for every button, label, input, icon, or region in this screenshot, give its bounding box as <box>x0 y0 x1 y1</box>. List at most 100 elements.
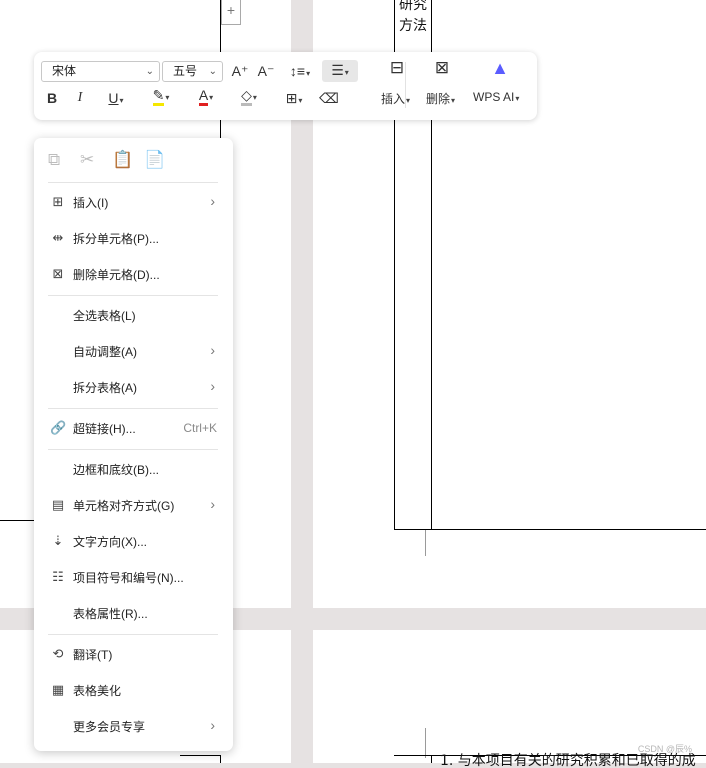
menu-item-table-properties[interactable]: 表格属性(R)... <box>38 598 229 628</box>
cell-align-icon: ▤ <box>51 497 65 512</box>
delete-button[interactable]: ⊠ 删除▾ <box>426 58 458 116</box>
menu-item-translate[interactable]: ⟲ 翻译(T) <box>38 639 229 669</box>
menu-item-bullets-numbering[interactable]: ☷ 项目符号和编号(N)... <box>38 562 229 592</box>
highlight-button[interactable]: ✎▾ <box>144 88 178 106</box>
table-insert-icon: ⊟ <box>389 58 405 77</box>
copy-icon[interactable]: ⧉ <box>48 150 60 170</box>
table-border-right-bottom <box>394 529 706 530</box>
menu-item-label: 边框和底纹(B)... <box>73 463 159 477</box>
chevron-down-icon: ▾ <box>406 96 411 105</box>
chevron-down-icon: ⌄ <box>145 66 154 77</box>
font-size-value: 五号 <box>173 64 198 78</box>
menu-item-split-table[interactable]: 拆分表格(A) › <box>38 372 229 402</box>
italic-button[interactable]: I <box>72 88 88 108</box>
menu-item-label: 表格属性(R)... <box>73 607 148 621</box>
insert-label: 插入 <box>381 92 406 106</box>
borders-icon: ⊞ <box>285 90 298 106</box>
delete-label: 删除 <box>426 92 451 106</box>
menu-item-hyperlink[interactable]: 🔗 超链接(H)... Ctrl+K <box>38 413 229 443</box>
shading-fill-icon: ◇ <box>241 88 252 106</box>
line-spacing-button[interactable]: ↕≡▾ <box>284 61 316 81</box>
font-name-value: 宋体 <box>52 64 77 78</box>
menu-item-label: 文字方向(X)... <box>73 535 147 549</box>
align-justify-icon: ☰ <box>331 62 344 78</box>
grow-font-button[interactable]: A⁺ <box>230 61 250 81</box>
table-cell-text: 研究 <box>399 0 427 13</box>
highlighter-icon: ✎ <box>152 88 165 106</box>
menu-item-label: 全选表格(L) <box>73 309 136 323</box>
line-spacing-icon: ↕≡ <box>289 63 306 79</box>
clear-format-button[interactable]: ⌫ <box>318 88 340 108</box>
table-context-menu: ⧉ ✂ 📋 📄 ⊞ 插入(I) › ⇹ 拆分单元格(P)... ⊠ 删除单元格(… <box>34 138 233 751</box>
chevron-right-icon: › <box>210 342 215 358</box>
italic-icon: I <box>77 90 83 105</box>
insert-button[interactable]: ⊟ 插入▾ <box>381 58 413 116</box>
menu-item-label: 单元格对齐方式(G) <box>73 499 175 513</box>
menu-item-label: 翻译(T) <box>73 648 113 662</box>
chevron-down-icon: ▾ <box>209 93 214 102</box>
font-color-button[interactable]: A▾ <box>189 88 223 106</box>
chevron-right-icon: › <box>210 378 215 394</box>
menu-item-more-member[interactable]: 更多会员专享 › <box>38 711 229 741</box>
menu-item-label: 表格美化 <box>73 684 122 698</box>
menu-item-table-beautify[interactable]: ▦ 表格美化 <box>38 675 229 705</box>
menu-item-insert[interactable]: ⊞ 插入(I) › <box>38 187 229 217</box>
menu-item-text-direction[interactable]: ⇣ 文字方向(X)... <box>38 526 229 556</box>
bold-button[interactable]: B <box>44 88 60 108</box>
chevron-down-icon: ▾ <box>344 68 349 77</box>
floating-format-toolbar: 宋体 ⌄ 五号 ⌄ A⁺ A⁻ ↕≡▾ ☰▾ B I U▾ ✎▾ A▾ ◇▾ ⊞… <box>34 52 537 120</box>
underline-icon: U <box>108 90 119 106</box>
menu-item-label: 项目符号和编号(N)... <box>73 571 184 585</box>
paste-special-icon[interactable]: 📄 <box>144 150 165 170</box>
margin-mark <box>425 530 426 556</box>
table-border-lower-left <box>180 755 220 756</box>
bullets-icon: ☷ <box>52 569 64 584</box>
paste-icon[interactable]: 📋 <box>112 150 133 170</box>
wps-ai-button[interactable]: ▲ WPS AI▾ <box>472 58 528 116</box>
menu-item-label: 超链接(H)... <box>73 422 136 436</box>
font-color-icon: A <box>198 88 209 106</box>
menu-separator <box>48 449 218 450</box>
menu-separator <box>48 408 218 409</box>
text-direction-icon: ⇣ <box>52 533 64 548</box>
menu-item-label: 拆分表格(A) <box>73 381 137 395</box>
shrink-font-button[interactable]: A⁻ <box>256 61 276 81</box>
shading-button[interactable]: ◇▾ <box>233 88 265 106</box>
cut-icon[interactable]: ✂ <box>80 150 94 170</box>
table-border-lower-col <box>431 755 432 763</box>
menu-item-label: 插入(I) <box>73 196 109 210</box>
menu-item-label: 删除单元格(D)... <box>73 268 160 282</box>
watermark: CSDN @辰% <box>637 744 692 754</box>
font-name-select[interactable]: 宋体 ⌄ <box>41 61 160 82</box>
link-icon: 🔗 <box>50 420 67 435</box>
chevron-right-icon: › <box>210 193 215 209</box>
chevron-right-icon: › <box>210 496 215 512</box>
menu-separator <box>48 295 218 296</box>
align-button[interactable]: ☰▾ <box>322 60 358 82</box>
chevron-down-icon: ▾ <box>451 96 456 105</box>
chevron-down-icon: ▾ <box>298 96 303 105</box>
delete-cells-icon: ⊠ <box>52 266 64 281</box>
grow-font-icon: A⁺ <box>231 63 249 79</box>
table-border-lower-left-col <box>220 755 221 763</box>
table-insert-icon: ⊞ <box>52 194 64 209</box>
shortcut-label: Ctrl+K <box>183 421 217 435</box>
font-size-select[interactable]: 五号 ⌄ <box>162 61 223 82</box>
menu-item-split-cells[interactable]: ⇹ 拆分单元格(P)... <box>38 223 229 253</box>
menu-item-borders-shading[interactable]: 边框和底纹(B)... <box>38 454 229 484</box>
chevron-right-icon: › <box>210 717 215 733</box>
menu-separator <box>48 182 218 183</box>
chevron-down-icon: ▾ <box>165 93 170 102</box>
wps-ai-label: WPS AI <box>473 90 515 104</box>
menu-item-auto-fit[interactable]: 自动调整(A) › <box>38 336 229 366</box>
underline-button[interactable]: U▾ <box>100 88 132 108</box>
eraser-icon: ⌫ <box>319 90 339 106</box>
borders-button[interactable]: ⊞▾ <box>278 88 310 108</box>
menu-item-cell-alignment[interactable]: ▤ 单元格对齐方式(G) › <box>38 490 229 520</box>
menu-item-select-table[interactable]: 全选表格(L) <box>38 300 229 330</box>
menu-item-delete-cells[interactable]: ⊠ 删除单元格(D)... <box>38 259 229 289</box>
translate-icon: ⟲ <box>52 646 64 661</box>
split-cells-icon: ⇹ <box>52 230 64 245</box>
add-row-button[interactable]: + <box>221 0 241 25</box>
menu-item-label: 自动调整(A) <box>73 345 137 359</box>
